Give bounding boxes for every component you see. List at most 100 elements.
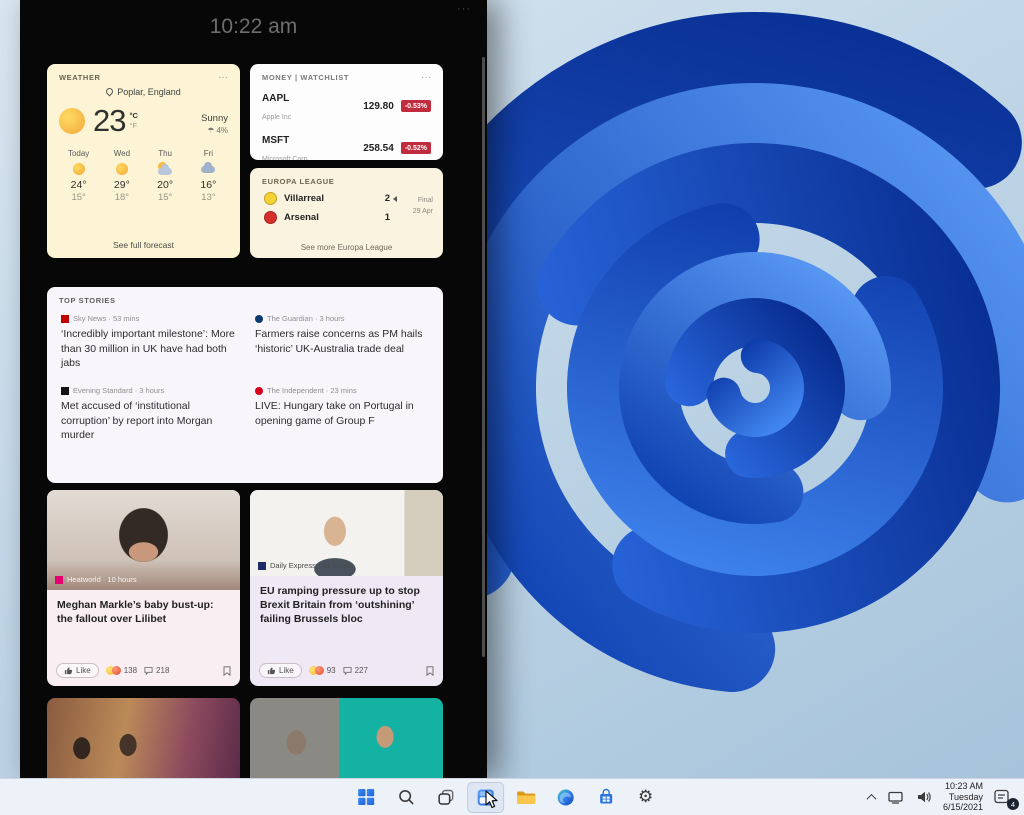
comment-number: 227 [354, 666, 368, 675]
bookmark-button[interactable] [426, 665, 434, 676]
forecast-day-label: Today [67, 149, 90, 158]
forecast-low: 15° [157, 192, 173, 203]
desktop: ··· 10:22 am WEATHER ··· Poplar, England… [0, 0, 1024, 815]
stock-company: Apple Inc [262, 114, 292, 121]
like-button[interactable]: Like [56, 663, 99, 678]
news-card-brexit[interactable]: Daily Express · 11 hours EU ramping pres… [250, 490, 443, 686]
heatworld-icon [55, 575, 63, 584]
top-stories-title: TOP STORIES [59, 296, 116, 305]
sunny-icon [57, 161, 100, 177]
comment-icon [144, 666, 153, 675]
speaker-icon [917, 791, 931, 803]
emoji-heart-icon [111, 666, 121, 675]
reaction-bar: Like 93 227 [259, 663, 434, 678]
story-item[interactable]: The Guardian · 3 hours Farmers raise con… [255, 314, 429, 371]
widgets-panel: ··· 10:22 am WEATHER ··· Poplar, England… [20, 0, 487, 779]
comment-number: 218 [156, 666, 170, 675]
stock-row-msft[interactable]: MSFT Microsoft Corp 258.54 -0.52% [250, 127, 443, 160]
unit-celsius[interactable]: °C [129, 111, 137, 120]
clock-date: 6/15/2021 [942, 802, 983, 813]
comments-count[interactable]: 218 [144, 666, 169, 675]
network-button[interactable] [886, 789, 905, 806]
independent-icon [255, 386, 263, 395]
edge-button[interactable] [547, 782, 584, 813]
top-stories-widget[interactable]: TOP STORIES Sky News · 53 mins ‘Incredib… [47, 287, 443, 483]
sports-widget[interactable]: EUROPA LEAGUE Villarreal 2 Arsenal 1 Fin… [250, 168, 443, 258]
winner-indicator-icon [393, 195, 397, 202]
windows-logo-icon [357, 789, 374, 805]
evening-standard-icon [61, 386, 69, 395]
story-meta: The Independent · 23 mins [255, 386, 429, 395]
news-card-meghan[interactable]: Heatworld · 10 hours Meghan Markle’s bab… [47, 490, 240, 686]
story-headline: Farmers raise concerns as PM hails ‘hist… [255, 328, 423, 355]
team-score: 2 [384, 193, 390, 204]
file-explorer-button[interactable] [507, 782, 544, 813]
forecast-high: 29° [113, 179, 130, 191]
widgets-clock: 10:22 am [209, 15, 298, 38]
story-item[interactable]: Evening Standard · 3 hours Met accused o… [61, 386, 235, 443]
weather-widget[interactable]: WEATHER ··· Poplar, England 23 °C °F Sun… [47, 64, 240, 258]
stock-change-badge: -0.53% [400, 100, 431, 112]
stock-company: Microsoft Corp [262, 156, 308, 160]
stock-row-aapl[interactable]: AAPL Apple Inc 129.80 -0.53% [250, 85, 443, 127]
see-full-forecast-link[interactable]: See full forecast [47, 240, 240, 250]
sunny-icon [100, 161, 143, 177]
task-view-button[interactable] [427, 782, 464, 813]
like-label: Like [279, 666, 294, 675]
settings-gear-icon: ⚙ [638, 786, 654, 807]
forecast-day-wed[interactable]: Wed 29° 18° [100, 149, 143, 203]
story-headline: ‘Incredibly important milestone’: More t… [61, 328, 235, 370]
forecast-low: 13° [201, 192, 216, 203]
precipitation: ☂ 4% [201, 126, 228, 135]
like-button[interactable]: Like [259, 663, 302, 678]
settings-button[interactable]: ⚙ [627, 782, 664, 813]
see-more-europa-link[interactable]: See more Europa League [250, 243, 443, 252]
widgets-button[interactable] [467, 781, 505, 813]
forecast-day-label: Fri [203, 149, 214, 158]
thumbs-up-icon [267, 667, 276, 675]
task-view-icon [437, 789, 453, 805]
temp-units[interactable]: °C °F [129, 111, 137, 131]
money-header: MONEY | WATCHLIST ··· [250, 64, 443, 85]
clock-day: Tuesday [948, 791, 983, 802]
volume-button[interactable] [914, 787, 934, 807]
story-source: The Guardian · 3 hours [267, 314, 345, 323]
stock-symbol: AAPL [262, 93, 290, 104]
store-button[interactable] [587, 782, 624, 813]
panel-more-icon[interactable]: ··· [457, 3, 471, 15]
money-widget[interactable]: MONEY | WATCHLIST ··· AAPL Apple Inc 129… [250, 64, 443, 160]
reactions-count[interactable]: 93 [308, 666, 336, 675]
forecast-day-fri[interactable]: Fri 16° 13° [187, 149, 230, 203]
money-title: MONEY | WATCHLIST [262, 73, 350, 82]
forecast-day-today[interactable]: Today 24° 15° [57, 149, 100, 203]
reaction-number: 93 [326, 666, 336, 675]
taskbar-clock[interactable]: 10:23 AM Tuesday 6/15/2021 [943, 781, 983, 814]
weather-menu-icon[interactable]: ··· [218, 72, 228, 82]
stock-price: 129.80 [363, 100, 394, 112]
precipitation-value: 4% [216, 125, 228, 135]
story-item[interactable]: The Independent · 23 mins LIVE: Hungary … [255, 386, 429, 443]
story-source: Sky News · 53 mins [73, 314, 140, 323]
notification-center-button[interactable]: 4 [992, 787, 1019, 810]
stories-grid: Sky News · 53 mins ‘Incredibly important… [47, 308, 443, 443]
unit-fahrenheit[interactable]: °F [129, 121, 137, 130]
start-button[interactable] [347, 782, 384, 813]
panel-scrollbar[interactable] [482, 57, 485, 657]
wallpaper-bloom [445, 12, 1024, 764]
emoji-angry-icon [314, 666, 324, 675]
news-card-partial-left[interactable] [47, 698, 240, 779]
money-menu-icon[interactable]: ··· [421, 72, 431, 82]
daily-express-icon [258, 561, 266, 570]
comment-icon [343, 666, 352, 675]
match-date: 29 Apr [412, 207, 433, 215]
forecast-day-thu[interactable]: Thu 20° 15° [144, 149, 187, 203]
search-button[interactable] [387, 782, 424, 813]
reactions-count[interactable]: 138 [105, 666, 137, 675]
story-item[interactable]: Sky News · 53 mins ‘Incredibly important… [61, 314, 235, 371]
bookmark-button[interactable] [223, 665, 231, 676]
news-card-partial-right[interactable] [250, 698, 443, 779]
story-headline: LIVE: Hungary take on Portugal in openin… [255, 400, 414, 427]
hidden-icons-button[interactable] [866, 792, 877, 804]
villarreal-logo-icon [264, 192, 277, 205]
comments-count[interactable]: 227 [343, 666, 368, 675]
